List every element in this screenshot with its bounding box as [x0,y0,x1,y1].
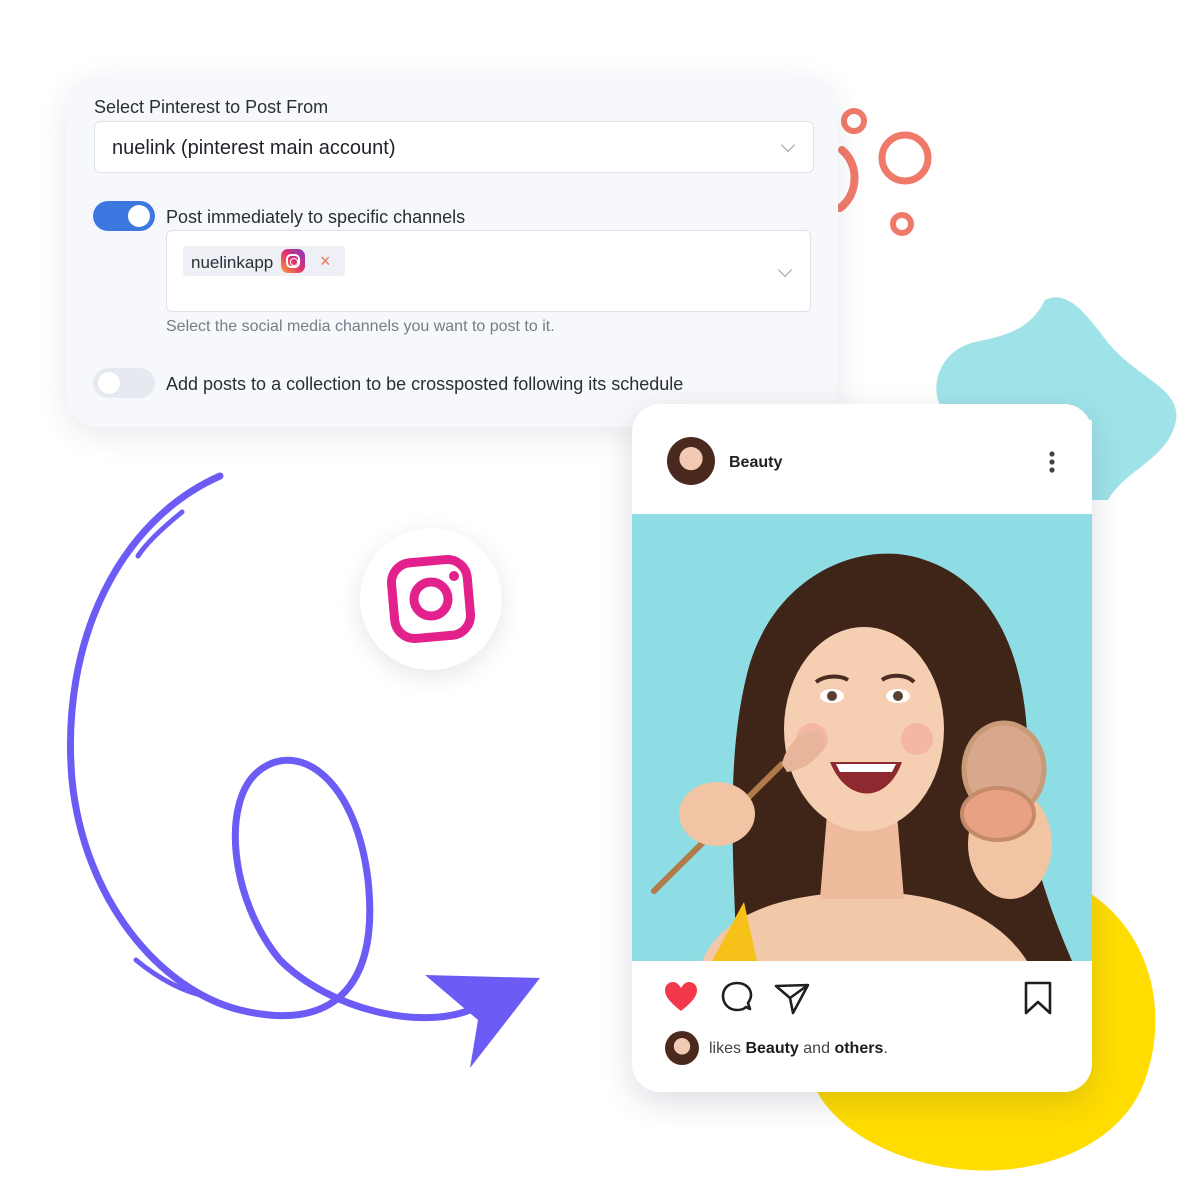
channel-chip-label: nuelinkapp [191,253,274,272]
post-immediately-label: Post immediately to specific channels [166,207,466,227]
coral-ring-small [841,108,867,134]
post-immediately-toggle[interactable] [93,201,155,231]
coral-ring-large [878,131,932,185]
chevron-down-icon [780,137,796,153]
chevron-down-icon [777,262,793,278]
send-icon[interactable] [773,980,811,1016]
avatar [667,437,715,485]
channel-chip: nuelinkapp × [183,246,345,276]
avatar [665,1031,699,1065]
likes-prefix: likes [709,1040,742,1057]
arrow-head [425,975,540,1068]
account-select-value: nuelink (pinterest main account) [112,137,396,159]
channels-help-text: Select the social media channels you wan… [166,318,555,335]
account-select[interactable]: nuelink (pinterest main account) [94,121,814,173]
instagram-post-card: Beauty likes Beauty and others. [632,404,1092,1092]
toggle-knob [128,205,150,227]
post-account-name: Beauty [729,454,783,471]
likes-user[interactable]: Beauty [745,1040,798,1057]
coral-ring-tiny [890,212,914,236]
collection-toggle-label: Add posts to a collection to be crosspos… [166,374,684,394]
heart-icon[interactable] [663,981,699,1013]
remove-channel-button[interactable]: × [320,250,331,272]
instagram-icon [281,249,305,273]
likes-line: likes Beauty and others. [709,1040,888,1058]
toggle-knob [98,372,120,394]
instagram-icon [386,554,476,644]
post-settings-card: Select Pinterest to Post From nuelink (p… [66,75,838,427]
channels-select[interactable]: nuelinkapp × [166,230,811,312]
account-select-label: Select Pinterest to Post From [94,97,329,117]
comment-icon[interactable] [719,980,755,1016]
bookmark-icon[interactable] [1022,980,1054,1016]
collection-toggle[interactable] [93,368,155,398]
instagram-bubble [360,528,502,670]
coral-arc [836,146,859,212]
more-vertical-icon[interactable] [1045,450,1059,474]
likes-others[interactable]: others [834,1040,883,1057]
post-photo [632,514,1092,961]
post-photo-illustration [632,514,1092,961]
likes-and: and [803,1040,830,1057]
likes-suffix: . [883,1040,888,1057]
